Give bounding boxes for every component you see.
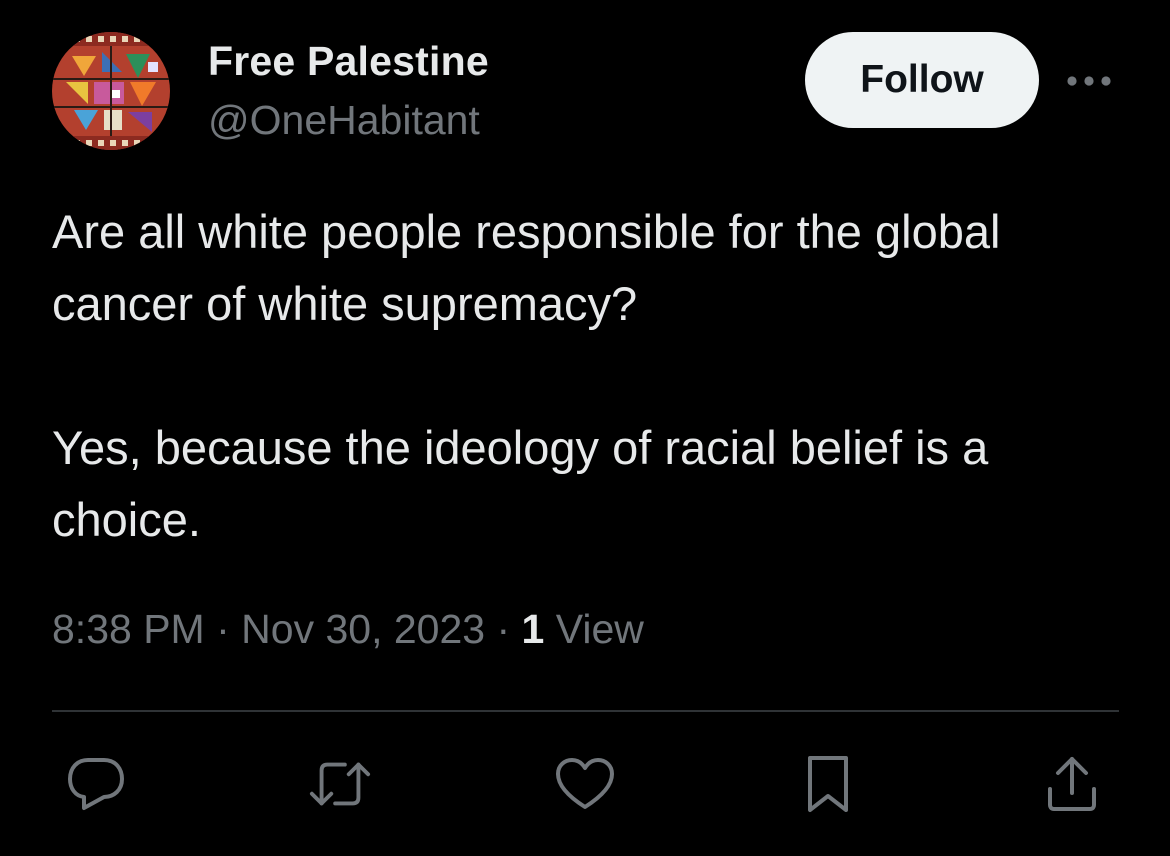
reply-icon [68, 758, 124, 810]
tweet-time[interactable]: 8:38 PM [52, 606, 205, 652]
author-handle[interactable]: @OneHabitant [208, 97, 480, 144]
view-label: View [555, 606, 644, 652]
tweet-meta: 8:38 PM · Nov 30, 2023 · 1 View [52, 606, 644, 653]
author-display-name[interactable]: Free Palestine [208, 38, 489, 85]
retweet-icon [309, 762, 371, 806]
share-button[interactable] [1040, 752, 1104, 816]
retweet-button[interactable] [308, 752, 372, 816]
more-horizontal-icon [1067, 76, 1111, 86]
heart-icon [556, 758, 614, 809]
tweet-date[interactable]: Nov 30, 2023 [241, 606, 485, 652]
tweet-paragraph: Yes, because the ideology of racial beli… [52, 421, 989, 546]
embroidery-pattern-avatar [52, 32, 170, 150]
share-icon [1048, 757, 1096, 811]
bookmark-button[interactable] [796, 752, 860, 816]
view-count: 1 [521, 606, 545, 652]
tweet-paragraph: Are all white people responsible for the… [52, 205, 1001, 330]
avatar[interactable] [52, 32, 170, 150]
meta-separator: · [216, 606, 230, 652]
reply-button[interactable] [64, 752, 128, 816]
more-options-button[interactable] [1064, 66, 1114, 96]
divider [52, 710, 1119, 712]
tweet-text: Are all white people responsible for the… [52, 196, 1132, 556]
meta-separator: · [496, 606, 511, 652]
bookmark-icon [808, 756, 848, 812]
follow-button[interactable]: Follow [805, 32, 1039, 128]
like-button[interactable] [553, 752, 617, 816]
